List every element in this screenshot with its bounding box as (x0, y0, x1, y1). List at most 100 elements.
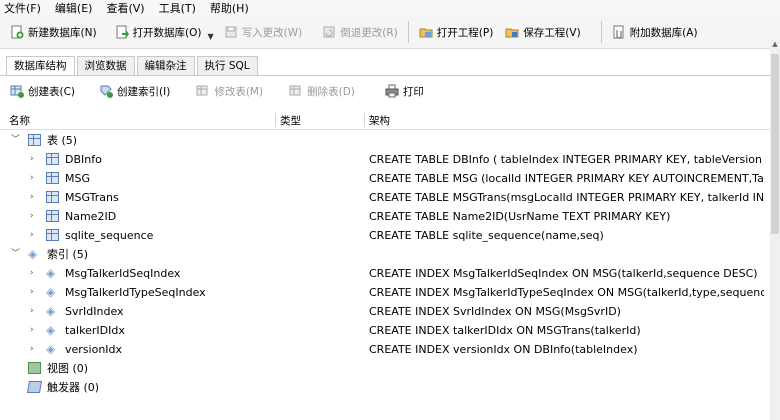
chevron-right-icon[interactable]: › (30, 150, 34, 169)
table-icon (46, 191, 59, 203)
create-index-button[interactable]: 创建索引(I) (97, 79, 184, 103)
index-schema: CREATE INDEX SvrIdIndex ON MSG(MsgSvrID) (369, 305, 621, 318)
chevron-right-icon[interactable]: › (30, 226, 34, 245)
chevron-right-icon[interactable]: › (30, 302, 34, 321)
table-row[interactable]: › Name2ID CREATE TABLE Name2ID(UsrName T… (0, 207, 770, 226)
index-name: talkerIDIdx (65, 324, 125, 337)
table-schema: CREATE TABLE MSG (localId INTEGER PRIMAR… (369, 172, 764, 185)
open-project-button[interactable]: 打开工程(P) (413, 20, 500, 44)
menu-file[interactable]: 文件(F) (4, 0, 41, 16)
tab-database-structure[interactable]: 数据库结构 (6, 56, 75, 76)
save-project-label: 保存工程(V) (523, 26, 581, 39)
open-database-button[interactable]: 打开数据库(O) (109, 20, 208, 44)
app-window: 文件(F) 编辑(E) 查看(V) 工具(T) 帮助(H) 新建数据库(N) 打… (0, 0, 780, 420)
menu-help[interactable]: 帮助(H) (210, 0, 249, 16)
index-row[interactable]: › ◈ SvrIdIndex CREATE INDEX SvrIdIndex O… (0, 302, 770, 321)
tree-group-triggers[interactable]: 触发器 (0) (0, 378, 770, 397)
create-index-icon (99, 84, 114, 98)
delete-table-icon (289, 84, 303, 98)
table-icon (46, 172, 59, 184)
save-project-button[interactable]: 保存工程(V) (499, 20, 586, 44)
tab-browse-data[interactable]: 浏览数据 (76, 56, 135, 75)
print-button[interactable]: 打印 (383, 79, 438, 103)
column-header-schema[interactable]: 架构 (369, 113, 390, 128)
schema-tree: ﹀ 表 (5) › DBInfo CREATE TABLE DBInfo ( t… (0, 131, 770, 397)
table-name: MSGTrans (65, 191, 119, 204)
table-row[interactable]: › MSGTrans CREATE TABLE MSGTrans(msgLoca… (0, 188, 770, 207)
delete-table-button[interactable]: 删除表(D) (287, 79, 369, 103)
create-table-icon (10, 84, 24, 98)
index-row[interactable]: › ◈ versionIdx CREATE INDEX versionIdx O… (0, 340, 770, 359)
chevron-down-icon[interactable]: ﹀ (11, 131, 20, 150)
create-table-label: 创建表(C) (28, 85, 76, 98)
table-name: Name2ID (65, 210, 117, 223)
index-icon: ◈ (46, 342, 56, 356)
chevron-right-icon[interactable]: › (30, 188, 34, 207)
index-schema: CREATE INDEX MsgTalkerIdTypeSeqIndex ON … (369, 286, 764, 299)
create-index-label: 创建索引(I) (117, 85, 171, 98)
chevron-right-icon[interactable]: › (30, 264, 34, 283)
attach-database-button[interactable]: 附加数据库(A) (606, 20, 704, 44)
column-divider[interactable] (275, 113, 276, 127)
table-schema: CREATE TABLE sqlite_sequence(name,seq) (369, 229, 604, 242)
revert-changes-icon (322, 25, 336, 39)
index-name: versionIdx (65, 343, 123, 356)
new-database-button[interactable]: 新建数据库(N) (4, 20, 103, 44)
new-database-icon (10, 25, 24, 39)
index-row[interactable]: › ◈ talkerIDIdx CREATE INDEX talkerIDIdx… (0, 321, 770, 340)
column-divider[interactable] (364, 113, 365, 127)
menu-edit[interactable]: 编辑(E) (55, 0, 93, 16)
table-icon (46, 153, 59, 165)
index-row[interactable]: › ◈ MsgTalkerIdTypeSeqIndex CREATE INDEX… (0, 283, 770, 302)
table-icon (46, 210, 59, 222)
table-row[interactable]: › DBInfo CREATE TABLE DBInfo ( tableInde… (0, 150, 770, 169)
toolbar-separator (407, 21, 409, 43)
table-row[interactable]: › sqlite_sequence CREATE TABLE sqlite_se… (0, 226, 770, 245)
chevron-right-icon[interactable]: › (30, 340, 34, 359)
tree-group-tables[interactable]: ﹀ 表 (5) (0, 131, 770, 150)
print-label: 打印 (402, 85, 424, 98)
modify-table-icon (196, 84, 210, 98)
chevron-right-icon[interactable]: › (30, 169, 34, 188)
index-schema: CREATE INDEX versionIdx ON DBInfo(tableI… (369, 343, 638, 356)
open-database-dropdown-icon[interactable]: ▼ (208, 32, 214, 41)
tab-execute-sql[interactable]: 执行 SQL (196, 56, 258, 75)
table-name: DBInfo (65, 153, 102, 166)
revert-changes-button[interactable]: 倒退更改(R) (316, 20, 404, 44)
index-icon: ◈ (46, 266, 56, 280)
index-name: MsgTalkerIdSeqIndex (65, 267, 181, 280)
tree-group-label: 触发器 (0) (47, 381, 100, 394)
structure-toolbar: 创建表(C) 创建索引(I) 修改表(M) 删除表(D) 打印 (0, 78, 780, 104)
open-project-label: 打开工程(P) (436, 26, 494, 39)
vertical-scrollbar[interactable]: ▲ (770, 40, 780, 420)
table-row[interactable]: › MSG CREATE TABLE MSG (localId INTEGER … (0, 169, 770, 188)
modify-table-button[interactable]: 修改表(M) (194, 79, 277, 103)
tree-group-views[interactable]: 视图 (0) (0, 359, 770, 378)
menu-view[interactable]: 查看(V) (106, 0, 144, 16)
create-table-button[interactable]: 创建表(C) (8, 79, 89, 103)
open-database-label: 打开数据库(O) (132, 26, 202, 39)
scrollbar-thumb[interactable] (771, 54, 779, 234)
tab-edit-pragmas[interactable]: 编辑杂注 (136, 56, 195, 75)
chevron-right-icon[interactable]: › (30, 321, 34, 340)
column-header-type[interactable]: 类型 (280, 113, 301, 128)
tab-divider (0, 75, 780, 76)
write-changes-button[interactable]: 写入更改(W) (218, 20, 309, 44)
chevron-right-icon[interactable]: › (30, 207, 34, 226)
tree-group-indexes[interactable]: ﹀ ◈ 索引 (5) (0, 245, 770, 264)
index-row[interactable]: › ◈ MsgTalkerIdSeqIndex CREATE INDEX Msg… (0, 264, 770, 283)
tree-group-label: 索引 (5) (47, 248, 89, 261)
modify-table-label: 修改表(M) (214, 85, 264, 98)
view-icon (28, 362, 41, 374)
chevron-down-icon[interactable]: ﹀ (11, 245, 20, 264)
scroll-up-arrow-icon[interactable]: ▲ (770, 40, 780, 52)
chevron-right-icon[interactable]: › (30, 283, 34, 302)
write-changes-icon (224, 25, 238, 39)
menu-tools[interactable]: 工具(T) (159, 0, 196, 16)
index-name: SvrIdIndex (65, 305, 124, 318)
table-name: MSG (65, 172, 90, 185)
table-schema: CREATE TABLE Name2ID(UsrName TEXT PRIMAR… (369, 210, 671, 223)
column-header-name[interactable]: 名称 (9, 113, 30, 128)
index-icon: ◈ (46, 304, 56, 318)
index-icon: ◈ (46, 285, 56, 299)
